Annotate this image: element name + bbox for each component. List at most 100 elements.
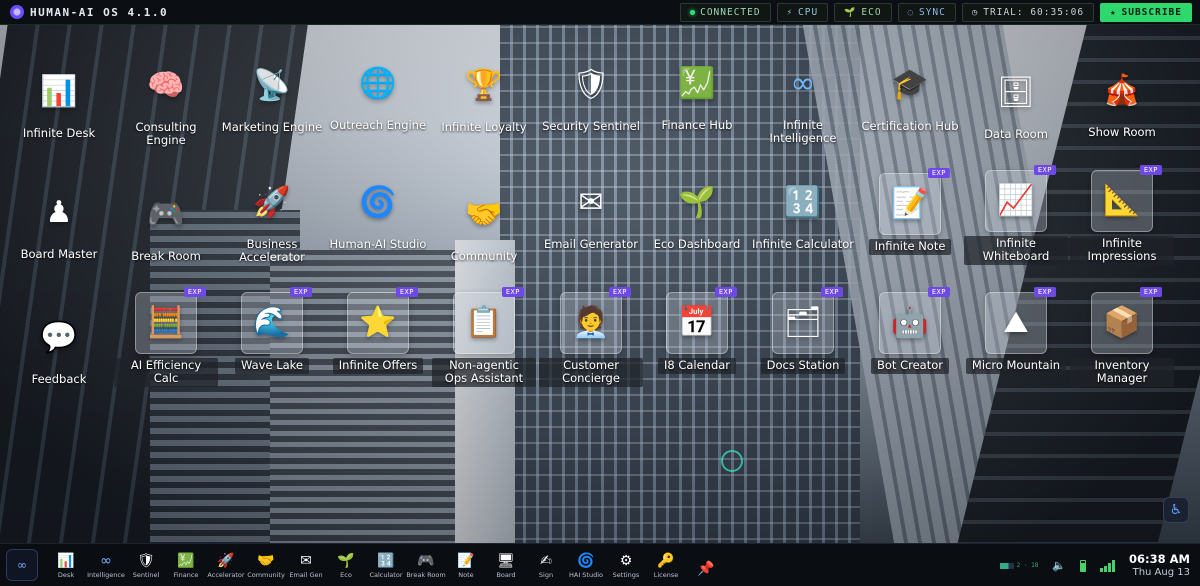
desktop-icon-i8-calendar[interactable]: 📅 EXP I8 Calendar — [644, 287, 750, 374]
brain-icon: 🧠 — [147, 68, 185, 103]
dock-item-break-room[interactable]: 🎮 Break Room — [406, 552, 446, 579]
desktop-icon-data-room[interactable]: 🗄 Data Room — [963, 62, 1069, 141]
desktop-icon-bot-creator[interactable]: 🤖 EXP Bot Creator — [857, 287, 963, 374]
desktop-icon-feedback[interactable]: 💬 Feedback — [6, 307, 112, 386]
app-tile: ✉ — [560, 172, 622, 234]
cpu-indicator[interactable]: ⚡ CPU — [776, 3, 829, 22]
desktop-icon-wave-lake[interactable]: 🌊 EXP Wave Lake — [219, 287, 325, 374]
dock-label: Sentinel — [132, 570, 160, 579]
desktop-icon-infinite-offers[interactable]: ⭐ EXP Infinite Offers — [325, 287, 431, 374]
app-tile: 📋 EXP — [453, 287, 524, 354]
eco-label: ECO — [861, 7, 882, 18]
brand[interactable]: HUMAN-AI OS 4.1.0 — [0, 5, 168, 19]
desktop-icon-infinite-impressions[interactable]: 📐 EXP Infinite Impressions — [1069, 165, 1175, 265]
volume-icon[interactable]: 🔈 — [1052, 559, 1066, 572]
app-label: Data Room — [984, 127, 1048, 141]
desktop-icon-infinite-intelligence[interactable]: ∞ Infinite Intelligence — [750, 53, 856, 145]
desktop-icon-show-room[interactable]: 🎪 Show Room — [1069, 60, 1175, 139]
desktop-icon-non-agentic-ops-assistant[interactable]: 📋 EXP Non-agentic Ops Assistant — [431, 287, 537, 387]
dock-item-note[interactable]: 📝 Note — [446, 552, 486, 579]
connection-status[interactable]: CONNECTED — [680, 3, 771, 22]
battery-icon[interactable] — [1080, 559, 1087, 572]
desktop-icon-outreach-engine[interactable]: 🌐 Outreach Engine — [325, 53, 431, 132]
app-tile: 📊 — [28, 61, 90, 123]
finance-chart-icon: 💹 — [177, 552, 195, 569]
desktop-icon-human-ai-studio[interactable]: 🌀 Human-AI Studio — [325, 172, 431, 251]
exp-badge: EXP — [289, 287, 312, 297]
sync-indicator[interactable]: ◌ SYNC — [897, 3, 956, 22]
accessibility-button[interactable]: ♿ — [1163, 497, 1189, 523]
desktop-icon-community[interactable]: 🤝 Community — [431, 184, 537, 263]
desktop-icon-certification-hub[interactable]: 🎓 Certification Hub — [857, 54, 963, 133]
exp-badge: EXP — [1033, 287, 1056, 297]
dock-item-finance[interactable]: 💹 Finance — [166, 552, 206, 579]
signal-icon[interactable] — [1100, 559, 1116, 572]
desktop-icon-finance-hub[interactable]: 💹 Finance Hub — [644, 53, 750, 132]
cabinet-icon: 🗄 — [996, 75, 1036, 110]
app-label: Infinite Impressions — [1070, 236, 1174, 265]
sprout-icon: 🌱 — [337, 552, 355, 569]
dock-label: Note — [458, 570, 474, 579]
app-label: Non-agentic Ops Assistant — [432, 358, 536, 387]
app-tile: 🧮 EXP — [135, 287, 206, 354]
dock-item-hai-studio[interactable]: 🌀 HAI Studio — [566, 552, 606, 579]
dock-item-sentinel[interactable]: 🛡 Sentinel — [126, 552, 166, 579]
app-label: Show Room — [1088, 125, 1156, 139]
desktop-icon-docs-station[interactable]: 🗂 EXP Docs Station — [750, 287, 856, 374]
dock-item-intelligence[interactable]: ∞ Intelligence — [86, 552, 126, 579]
dock-label: Intelligence — [87, 570, 125, 579]
dock-item-community[interactable]: 🤝 Community — [246, 552, 286, 579]
chart-icon: 📊 — [57, 552, 75, 569]
dock-item-calculator[interactable]: 🔢 Calculator — [366, 552, 406, 579]
dock-item-desk[interactable]: 📊 Desk — [46, 552, 86, 579]
desktop-icon-business-accelerator[interactable]: 🚀 Business Accelerator — [219, 172, 325, 264]
desktop-icon-infinite-desk[interactable]: 📊 Infinite Desk — [6, 61, 112, 140]
app-tile: 💹 — [666, 53, 728, 115]
desktop-icon-eco-dashboard[interactable]: 🌱 Eco Dashboard — [644, 172, 750, 251]
dock: 📊 Desk ∞ Intelligence 🛡 Sentinel 💹 Finance 🚀… — [46, 552, 726, 579]
app-label: AI Efficiency Calc — [114, 358, 218, 387]
eco-indicator[interactable]: 🌱 ECO — [834, 3, 892, 22]
desktop-icon-infinite-whiteboard[interactable]: 📈 EXP Infinite Whiteboard — [963, 165, 1069, 265]
desktop-icon-infinite-calculator[interactable]: 🔢 Infinite Calculator — [750, 172, 856, 251]
mountain-icon: ⛰ — [1003, 305, 1029, 340]
desktop-icon-break-room[interactable]: 🎮 Break Room — [113, 184, 219, 263]
desktop-icon-marketing-engine[interactable]: 📡 Marketing Engine — [219, 55, 325, 134]
app-tile: ♟ — [28, 182, 90, 244]
network-meter[interactable]: 2 · 18 — [999, 562, 1038, 569]
desktop-icon-customer-concierge[interactable]: 🧑‍💼 EXP Customer Concierge — [538, 287, 644, 387]
dock-item-eco[interactable]: 🌱 Eco — [326, 552, 366, 579]
envelope-icon: ✉ — [300, 552, 312, 569]
lightning-icon: ⚡ — [786, 7, 793, 18]
dock-item-settings[interactable]: ⚙ Settings — [606, 552, 646, 579]
desktop-icon-infinite-note[interactable]: 📝 EXP Infinite Note — [857, 168, 963, 255]
desktop-icon-email-generator[interactable]: ✉ Email Generator — [538, 172, 644, 251]
note-icon: 📝 — [891, 186, 929, 221]
desktop-icon-board-master[interactable]: ♟ Board Master — [6, 182, 112, 261]
dock-item-email-gen[interactable]: ✉ Email Gen — [286, 552, 326, 579]
desktop-icon-ai-efficiency-calc[interactable]: 🧮 EXP AI Efficiency Calc — [113, 287, 219, 387]
rocket-icon: 🚀 — [217, 552, 235, 569]
desktop-icon-security-sentinel[interactable]: 🛡 Security Sentinel — [538, 54, 644, 133]
system-tray: 2 · 18 🔈 06:38 AM Thu Aug 13 — [999, 544, 1190, 586]
calendar-icon: 📅 — [678, 305, 716, 340]
dock-item-pin[interactable]: 📌 — [686, 560, 726, 579]
dock-item-sign[interactable]: ✍ Sign — [526, 552, 566, 579]
exp-badge: EXP — [608, 287, 631, 297]
start-button[interactable]: ∞ — [6, 549, 38, 581]
dock-item-accelerator[interactable]: 🚀 Accelerator — [206, 552, 246, 579]
subscribe-button[interactable]: ★ SUBSCRIBE — [1100, 3, 1192, 22]
dock-item-board[interactable]: 🖥 Board — [486, 552, 526, 579]
clock[interactable]: 06:38 AM Thu Aug 13 — [1129, 552, 1190, 579]
desktop-icon-micro-mountain[interactable]: ⛰ EXP Micro Mountain — [963, 287, 1069, 374]
studio-orb-icon: 🌀 — [359, 185, 397, 220]
app-label: Certification Hub — [861, 119, 959, 133]
dock-item-license[interactable]: 🔑 License — [646, 552, 686, 579]
desktop-icon-infinite-loyalty[interactable]: 🏆 Infinite Loyalty — [431, 55, 537, 134]
clipboard-icon: 📋 — [465, 305, 503, 340]
desktop-icon-consulting-engine[interactable]: 🧠 Consulting Engine — [113, 55, 219, 147]
desktop-icon-inventory-manager[interactable]: 📦 EXP Inventory Manager — [1069, 287, 1175, 387]
subscribe-label: SUBSCRIBE — [1121, 7, 1182, 18]
app-tile: 🛡 — [560, 54, 622, 116]
dock-label: Finance — [173, 570, 199, 579]
